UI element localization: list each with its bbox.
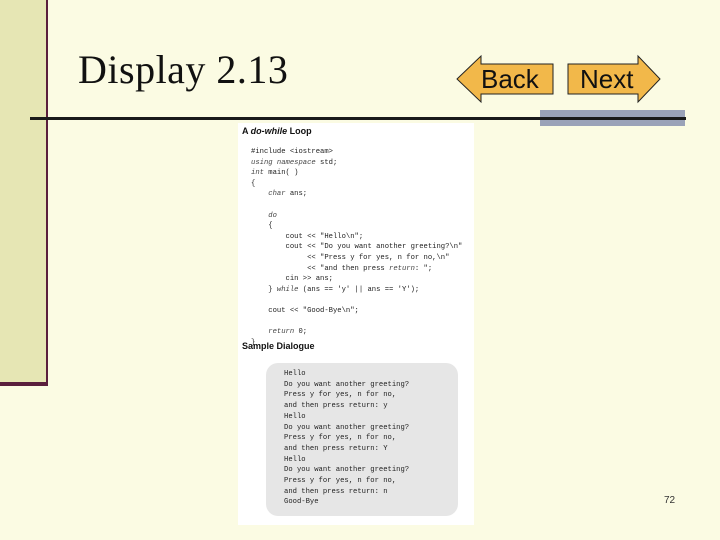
dialogue-line: Do you want another greeting? bbox=[284, 423, 410, 432]
next-label: Next bbox=[580, 64, 634, 94]
left-decor-foot bbox=[0, 382, 48, 386]
left-decor-band bbox=[0, 0, 48, 386]
code-line: { bbox=[251, 179, 256, 188]
dialogue-line: Do you want another greeting? bbox=[284, 380, 410, 389]
code-line: << "Press y for yes, n for no,\n" bbox=[251, 253, 450, 262]
dialogue-line: Hello bbox=[284, 455, 306, 464]
page-number: 72 bbox=[664, 495, 676, 506]
dialogue-line: and then press return: y bbox=[284, 402, 388, 411]
code-line: << "and then press return: "; bbox=[251, 264, 433, 273]
sample-dialogue-heading: Sample Dialogue bbox=[242, 341, 315, 351]
code-line: cout << "Good-Bye\n"; bbox=[251, 306, 359, 315]
sample-dialogue-text: Hello Do you want another greeting? Pres… bbox=[284, 369, 409, 508]
dialogue-line: and then press return: n bbox=[284, 487, 388, 496]
left-decor-line bbox=[46, 0, 48, 386]
back-label: Back bbox=[481, 64, 539, 94]
code-line: { bbox=[251, 222, 273, 231]
back-button[interactable]: Back bbox=[455, 54, 555, 104]
code-line: cout << "Do you want another greeting?\n… bbox=[251, 243, 463, 252]
figure-heading: A do-while Loop bbox=[242, 126, 312, 136]
next-button[interactable]: Next bbox=[566, 54, 662, 104]
code-line: int main( ) bbox=[251, 169, 299, 178]
dialogue-line: Press y for yes, n for no, bbox=[284, 434, 397, 443]
code-line: using namespace std; bbox=[251, 158, 338, 167]
code-line: cout << "Hello\n"; bbox=[251, 232, 364, 241]
code-line: cin >> ans; bbox=[251, 275, 333, 284]
sample-dialogue-box: Hello Do you want another greeting? Pres… bbox=[266, 363, 458, 516]
dialogue-line: Press y for yes, n for no, bbox=[284, 477, 397, 486]
dialogue-line: and then press return: Y bbox=[284, 444, 388, 453]
code-line: do bbox=[268, 211, 277, 220]
dialogue-line: Do you want another greeting? bbox=[284, 466, 410, 475]
dialogue-line: Press y for yes, n for no, bbox=[284, 391, 397, 400]
code-listing: #include <iostream> using namespace std;… bbox=[251, 147, 462, 348]
title-rule bbox=[30, 117, 686, 120]
dialogue-line: Good-Bye bbox=[284, 498, 319, 507]
dialogue-line: Hello bbox=[284, 370, 306, 378]
code-line: } while (ans == 'y' || ans == 'Y'); bbox=[251, 285, 420, 294]
code-line: #include <iostream> bbox=[251, 148, 333, 156]
code-figure: A do-while Loop #include <iostream> usin… bbox=[238, 123, 474, 525]
dialogue-line: Hello bbox=[284, 412, 306, 421]
code-line: char ans; bbox=[268, 190, 308, 199]
slide-title: Display 2.13 bbox=[78, 47, 289, 92]
code-line: return 0; bbox=[268, 328, 308, 337]
